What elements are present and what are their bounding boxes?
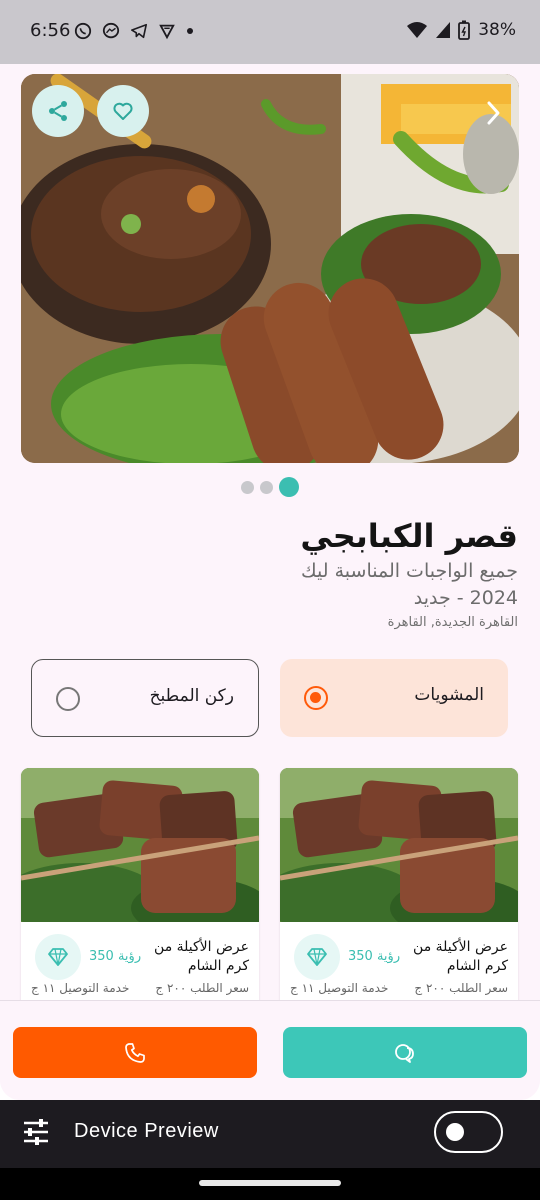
radio-unselected[interactable] (56, 687, 80, 711)
signal-icon (436, 22, 451, 38)
offer-badge (294, 934, 340, 980)
offer-price: سعر الطلب ٢٠٠ ج (155, 981, 249, 995)
toggle-knob (446, 1123, 464, 1141)
offer-photo (280, 768, 518, 922)
offer-price: سعر الطلب ٢٠٠ ج (414, 981, 508, 995)
offer-card[interactable]: عرض الأكيلة من كرم الشام رؤية 350 سعر ال… (280, 768, 518, 1008)
offer-views: رؤية 350 (348, 949, 401, 964)
telegram-icon (130, 23, 148, 39)
restaurant-year: 2024 - جديد (413, 587, 518, 609)
restaurant-info: قصر الكبابجي جميع الواجبات المناسبة ليك … (300, 514, 518, 634)
status-right: 38% (406, 20, 516, 40)
radio-selected[interactable] (304, 686, 328, 710)
share-icon (49, 101, 67, 121)
category-label: ركن المطبخ (149, 686, 234, 706)
restaurant-subtitle: جميع الواجبات المناسبة ليك (301, 560, 518, 582)
battery-icon (458, 20, 471, 40)
image-carousel[interactable] (21, 74, 519, 463)
favorite-button[interactable] (97, 85, 149, 137)
carousel-dot[interactable] (260, 480, 273, 494)
status-time: 6:56 (30, 20, 71, 41)
status-bar: 6:56 38% (0, 0, 540, 64)
chat-icon (395, 1043, 414, 1063)
chat-button[interactable] (283, 1027, 527, 1078)
carousel-dot-active[interactable] (279, 477, 299, 497)
restaurant-screen: قصر الكبابجي جميع الواجبات المناسبة ليك … (0, 64, 540, 1100)
notification-icons (74, 22, 194, 40)
whatsapp-icon (74, 22, 92, 40)
offer-title: عرض الأكيلة من كرم الشام (413, 939, 508, 974)
phone-icon (125, 1042, 145, 1063)
device-preview-title: Device Preview (74, 1120, 219, 1142)
vpn-icon (159, 24, 175, 40)
carousel-dot[interactable] (241, 480, 254, 494)
category-label: المشويات (414, 685, 484, 705)
diamond-icon (307, 948, 327, 966)
offer-delivery: خدمة التوصيل ١١ ج (290, 981, 389, 995)
offer-views: رؤية 350 (89, 949, 142, 964)
heart-icon (113, 102, 133, 120)
offer-delivery: خدمة التوصيل ١١ ج (31, 981, 130, 995)
share-button[interactable] (32, 85, 84, 137)
offer-title: عرض الأكيلة من كرم الشام (154, 939, 249, 974)
offer-badge (35, 934, 81, 980)
bottom-action-bar (0, 1000, 540, 1100)
offer-photo (21, 768, 259, 922)
system-nav-bar (0, 1168, 540, 1200)
offer-card[interactable]: عرض الأكيلة من كرم الشام رؤية 350 سعر ال… (21, 768, 259, 1008)
home-indicator[interactable] (199, 1180, 341, 1186)
device-preview-bar: Device Preview (0, 1100, 540, 1168)
call-button[interactable] (13, 1027, 257, 1078)
wifi-icon (407, 22, 428, 38)
tune-icon[interactable] (22, 1119, 50, 1145)
chevron-right-icon[interactable] (483, 100, 503, 126)
device-preview-toggle[interactable] (434, 1111, 503, 1153)
category-grills[interactable]: المشويات (280, 659, 508, 737)
restaurant-photo (21, 74, 519, 463)
diamond-icon (48, 948, 68, 966)
restaurant-name: قصر الكبابجي (300, 517, 518, 555)
category-kitchen-corner[interactable]: ركن المطبخ (31, 659, 259, 737)
carousel-indicator (241, 477, 299, 497)
restaurant-location: القاهرة الجديدة, القاهرة (387, 615, 518, 630)
battery-percent: 38% (478, 20, 516, 40)
messenger-icon (102, 22, 120, 39)
dot-icon (187, 28, 193, 34)
